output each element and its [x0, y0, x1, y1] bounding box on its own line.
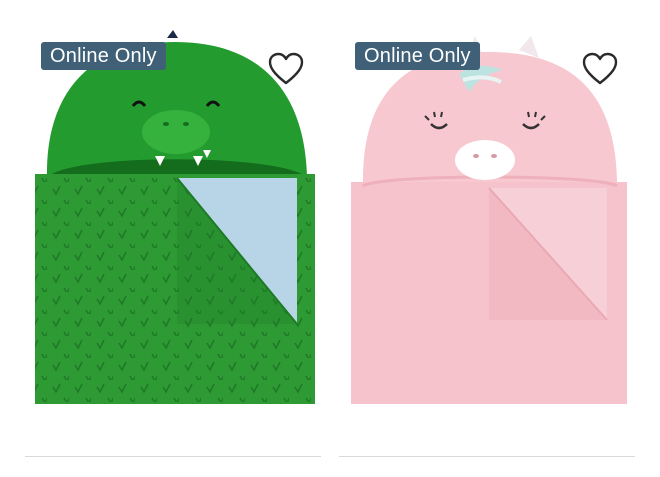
product-card[interactable]: Online Only — [339, 0, 639, 460]
card-divider — [25, 456, 321, 457]
heart-outline-icon — [268, 52, 304, 85]
heart-outline-icon — [582, 52, 618, 85]
product-card[interactable]: Online Only — [25, 0, 325, 460]
favorite-button[interactable] — [268, 52, 304, 86]
card-divider — [339, 456, 635, 457]
online-only-badge: Online Only — [41, 42, 166, 70]
favorite-button[interactable] — [582, 52, 618, 86]
online-only-badge: Online Only — [355, 42, 480, 70]
